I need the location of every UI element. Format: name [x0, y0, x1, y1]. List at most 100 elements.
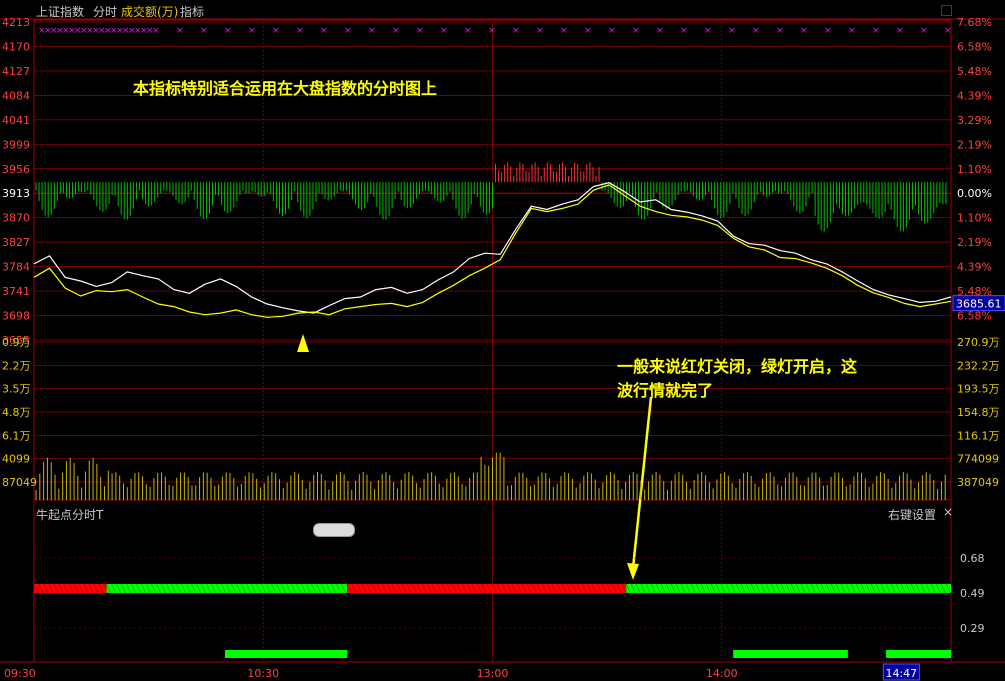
signal-marker: × — [392, 26, 400, 36]
volume-tick-left: 6.1万 — [2, 429, 31, 442]
price-tick-left: 3999 — [2, 138, 30, 151]
signal-annotation-line2: 波行情就完了 — [617, 381, 714, 400]
signal-marker: × — [920, 26, 928, 36]
price-tick-left: 4084 — [2, 89, 30, 102]
price-tick-left: 3827 — [2, 236, 30, 249]
signal-marker: × — [872, 26, 880, 36]
signal-marker: × — [344, 26, 352, 36]
signal-marker: × — [584, 26, 592, 36]
signal-marker: × — [704, 26, 712, 36]
signal-marker: × — [272, 26, 280, 36]
bottom-marker — [733, 650, 848, 658]
indicator-tick: 0.68 — [960, 552, 985, 565]
price-tick-left: 4041 — [2, 114, 30, 127]
price-tick-left: 3913 — [2, 187, 30, 200]
signal-strip-red — [34, 584, 107, 593]
price-tick-left: 3784 — [2, 261, 30, 274]
signal-marker: × — [944, 26, 952, 36]
time-mode-tab[interactable]: 分时 — [93, 3, 117, 20]
price-tick-left: 4170 — [2, 40, 30, 53]
main-annotation: 本指标特别适合运用在大盘指数的分时图上 — [133, 79, 438, 98]
signal-marker: × — [560, 26, 568, 36]
time-tick: 14:00 — [706, 667, 738, 680]
signal-marker: × — [248, 26, 256, 36]
volume-tick-left: 4099 — [2, 453, 30, 466]
time-tick: 10:30 — [247, 667, 279, 680]
pointer-arrow-icon — [627, 563, 639, 580]
signal-marker: × — [224, 26, 232, 36]
signal-marker: × — [656, 26, 664, 36]
signal-marker: × — [824, 26, 832, 36]
signal-marker: × — [416, 26, 424, 36]
time-tick: 09:30 — [4, 667, 36, 680]
price-tick-left: 3956 — [2, 163, 30, 176]
volume-tick-right: 774099 — [957, 453, 999, 466]
time-tick: 13:00 — [477, 667, 509, 680]
signal-marker: × — [464, 26, 472, 36]
price-tick-right: 1.10% — [957, 212, 992, 225]
price-tick-left: 4213 — [2, 16, 30, 29]
price-tick-right: 6.58% — [957, 310, 992, 323]
price-tick-right: 1.10% — [957, 163, 992, 176]
close-icon[interactable]: × — [943, 505, 953, 519]
bottom-marker — [225, 650, 348, 658]
intraday-chart[interactable]: 4213 4170 4127 4084 4041 3999 3956 3913 3870 3827… — [0, 0, 1005, 681]
volume-tick-right: 270.9万 — [957, 336, 1000, 349]
price-tick-right: 6.58% — [957, 40, 992, 53]
signal-marker: × — [608, 26, 616, 36]
signal-marker: × — [152, 26, 160, 36]
volume-tick-left: 87049 — [2, 476, 37, 489]
price-tick-right: 7.68% — [957, 16, 992, 29]
volume-tick-right: 193.5万 — [957, 383, 1000, 396]
price-tick-right: 2.19% — [957, 236, 992, 249]
current-price-value: 3685.61 — [956, 298, 1002, 311]
indicator-title: 牛起点分时T — [36, 508, 104, 522]
volume-tick-right: 154.8万 — [957, 406, 1000, 419]
price-tick-right: 4.39% — [957, 89, 992, 102]
signal-marker: × — [728, 26, 736, 36]
signal-marker: × — [632, 26, 640, 36]
signal-marker: × — [848, 26, 856, 36]
signal-marker: × — [680, 26, 688, 36]
price-tick-right: 4.39% — [957, 261, 992, 274]
price-tick-right: 3.29% — [957, 114, 992, 127]
cursor-time-value: 14:47 — [885, 667, 917, 680]
settings-hint[interactable]: 右键设置 — [888, 506, 936, 523]
upward-arrow-icon — [297, 334, 309, 352]
volume-tick-right: 387049 — [957, 476, 999, 489]
volume-tick-left: 3.5万 — [2, 383, 31, 396]
signal-marker: × — [536, 26, 544, 36]
volume-tick-right: 232.2万 — [957, 359, 1000, 372]
maximize-icon[interactable] — [941, 5, 952, 16]
signal-marker: × — [200, 26, 208, 36]
signal-annotation-line1: 一般来说红灯关闭，绿灯开启，这 — [617, 357, 858, 376]
price-tick-left: 3741 — [2, 285, 30, 298]
signal-marker: × — [776, 26, 784, 36]
index-name: 上证指数 — [36, 5, 85, 19]
volume-label: 成交额(万) — [121, 5, 179, 19]
indicator-tab[interactable]: 指标 — [180, 3, 204, 20]
indicator-tick: 0.29 — [960, 622, 985, 635]
price-tick-left: 3870 — [2, 212, 30, 225]
signal-marker: × — [368, 26, 376, 36]
signal-strip-green — [626, 584, 951, 593]
volume-tick-right: 116.1万 — [957, 429, 1000, 442]
price-tick-left: 4127 — [2, 65, 30, 78]
bottom-marker — [886, 650, 951, 658]
volume-tick-left: 2.2万 — [2, 359, 31, 372]
signal-marker: × — [488, 26, 496, 36]
signal-marker: × — [176, 26, 184, 36]
price-tick-right: 2.19% — [957, 138, 992, 151]
signal-marker: × — [512, 26, 520, 36]
signal-marker: × — [800, 26, 808, 36]
volume-tick-left: 0.9万 — [2, 336, 31, 349]
volume-tick-left: 4.8万 — [2, 406, 31, 419]
signal-marker: × — [440, 26, 448, 36]
scroll-handle[interactable] — [313, 523, 355, 537]
price-tick-right: 5.48% — [957, 65, 992, 78]
signal-marker: × — [896, 26, 904, 36]
price-tick-left: 3698 — [2, 310, 30, 323]
indicator-tick: 0.49 — [960, 587, 985, 600]
signal-marker: × — [296, 26, 304, 36]
price-tick-right: 0.00% — [957, 187, 992, 200]
